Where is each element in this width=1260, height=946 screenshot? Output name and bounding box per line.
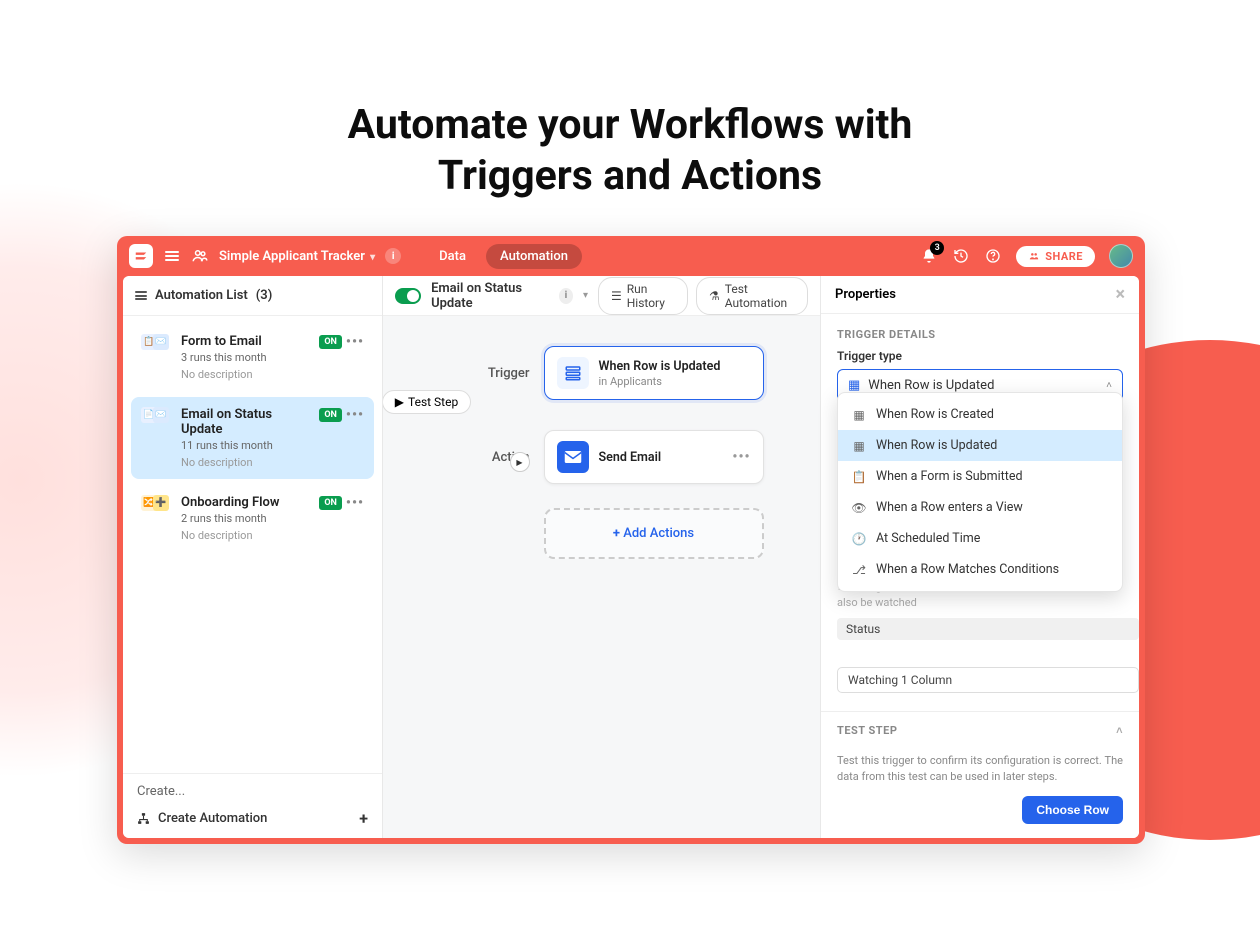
status-badge: ON bbox=[319, 496, 342, 510]
automation-canvas: Email on Status Update i ▾ ☰ Run History… bbox=[383, 276, 821, 838]
notifications-badge: 3 bbox=[930, 241, 944, 255]
trigger-label: Trigger bbox=[440, 366, 530, 381]
clock-icon: 🕐 bbox=[852, 532, 866, 546]
tab-automation[interactable]: Automation bbox=[486, 244, 582, 269]
row-update-icon bbox=[557, 357, 589, 389]
play-icon: ▶ bbox=[395, 395, 404, 409]
test-step-button[interactable]: ▶ Test Step bbox=[383, 390, 471, 414]
app-logo[interactable] bbox=[129, 244, 153, 268]
app-window: Simple Applicant Tracker ▾ i Data Automa… bbox=[117, 236, 1145, 844]
create-label: Create... bbox=[137, 784, 368, 799]
properties-title: Properties bbox=[835, 287, 896, 302]
hero-line-2: Triggers and Actions bbox=[438, 152, 822, 200]
hero-title: Automate your Workflows with Triggers an… bbox=[0, 100, 1260, 203]
automation-item-onboarding-flow[interactable]: 🔀 ➕ Onboarding Flow 2 runs this month No… bbox=[131, 485, 374, 552]
view-icon: 👁 bbox=[852, 501, 866, 515]
more-icon[interactable]: ••• bbox=[346, 407, 364, 423]
automation-list-header: Automation List (3) bbox=[123, 276, 382, 316]
share-button[interactable]: SHARE bbox=[1016, 246, 1095, 267]
status-badge: ON bbox=[319, 335, 342, 349]
dd-scheduled-time[interactable]: 🕐 At Scheduled Time bbox=[838, 523, 1122, 554]
test-step-title: TEST STEP bbox=[837, 724, 897, 737]
automation-title: Email on Status Update bbox=[431, 281, 549, 311]
automation-item-email-on-status-update[interactable]: 📄 ✉️ Email on Status Update 11 runs this… bbox=[131, 397, 374, 479]
status-chip[interactable]: Status bbox=[837, 618, 1139, 640]
user-avatar[interactable] bbox=[1109, 244, 1133, 268]
test-step-description: Test this trigger to confirm its configu… bbox=[821, 743, 1139, 788]
list-icon: ☰ bbox=[611, 289, 622, 303]
members-icon[interactable] bbox=[191, 247, 209, 265]
row-icon: ▦ bbox=[848, 378, 860, 393]
create-automation-button[interactable]: Create Automation + bbox=[137, 809, 368, 828]
watching-columns-chip[interactable]: Watching 1 Column bbox=[837, 667, 1139, 693]
condition-icon: ⎇ bbox=[852, 563, 866, 577]
automation-enable-toggle[interactable] bbox=[395, 288, 421, 304]
chevron-up-icon: ˄ bbox=[1106, 380, 1112, 391]
chevron-up-icon[interactable]: ˄ bbox=[1116, 724, 1123, 737]
automation-list-panel: Automation List (3) 📋 ✉️ Form to Email 3… bbox=[123, 276, 383, 838]
plus-icon: ➕ bbox=[153, 495, 169, 511]
run-history-button[interactable]: ☰ Run History bbox=[598, 277, 688, 315]
workspace-title[interactable]: Simple Applicant Tracker ▾ bbox=[219, 249, 375, 264]
status-badge: ON bbox=[319, 408, 342, 422]
trigger-type-label: Trigger type bbox=[821, 349, 1139, 369]
form-icon: 📋 bbox=[852, 470, 866, 484]
dd-matches-conditions[interactable]: ⎇ When a Row Matches Conditions bbox=[838, 554, 1122, 585]
notifications-button[interactable]: 3 bbox=[920, 247, 938, 265]
tab-data[interactable]: Data bbox=[425, 244, 480, 269]
topbar: Simple Applicant Tracker ▾ i Data Automa… bbox=[117, 236, 1145, 276]
chevron-down-icon[interactable]: ▾ bbox=[583, 290, 588, 301]
dd-row-enters-view[interactable]: 👁 When a Row enters a View bbox=[838, 492, 1122, 523]
dd-form-submitted[interactable]: 📋 When a Form is Submitted bbox=[838, 461, 1122, 492]
trigger-type-dropdown: ▦ When Row is Created ▦ When Row is Upda… bbox=[837, 392, 1123, 592]
sitemap-icon bbox=[137, 812, 150, 825]
close-icon[interactable]: × bbox=[1115, 284, 1125, 305]
more-icon[interactable]: ••• bbox=[346, 334, 364, 350]
row-updated-icon: ▦ bbox=[852, 439, 866, 453]
row-created-icon: ▦ bbox=[852, 408, 866, 422]
plus-icon: + bbox=[359, 809, 368, 828]
dd-row-updated[interactable]: ▦ When Row is Updated bbox=[838, 430, 1122, 461]
more-icon[interactable]: ••• bbox=[346, 495, 364, 511]
flask-icon: ⚗ bbox=[709, 289, 720, 303]
properties-panel: Properties × TRIGGER DETAILS Trigger typ… bbox=[821, 276, 1139, 838]
chevron-down-icon: ▾ bbox=[370, 252, 375, 263]
menu-icon[interactable] bbox=[163, 247, 181, 265]
info-icon[interactable]: i bbox=[559, 288, 573, 304]
list-icon bbox=[135, 291, 147, 300]
info-icon[interactable]: i bbox=[385, 248, 401, 264]
test-automation-button[interactable]: ⚗ Test Automation bbox=[696, 277, 808, 315]
email-icon: ✉️ bbox=[153, 407, 169, 423]
trigger-details-title: TRIGGER DETAILS bbox=[821, 314, 1139, 349]
hero-line-1: Automate your Workflows with bbox=[348, 101, 913, 149]
dd-row-created[interactable]: ▦ When Row is Created bbox=[838, 399, 1122, 430]
help-icon[interactable] bbox=[984, 247, 1002, 265]
run-step-button[interactable]: ▶ bbox=[510, 452, 530, 472]
email-icon: ✉️ bbox=[153, 334, 169, 350]
choose-row-button[interactable]: Choose Row bbox=[1022, 796, 1123, 824]
automation-item-form-to-email[interactable]: 📋 ✉️ Form to Email 3 runs this month No … bbox=[131, 324, 374, 391]
history-icon[interactable] bbox=[952, 247, 970, 265]
add-actions-button[interactable]: + Add Actions bbox=[544, 508, 764, 559]
